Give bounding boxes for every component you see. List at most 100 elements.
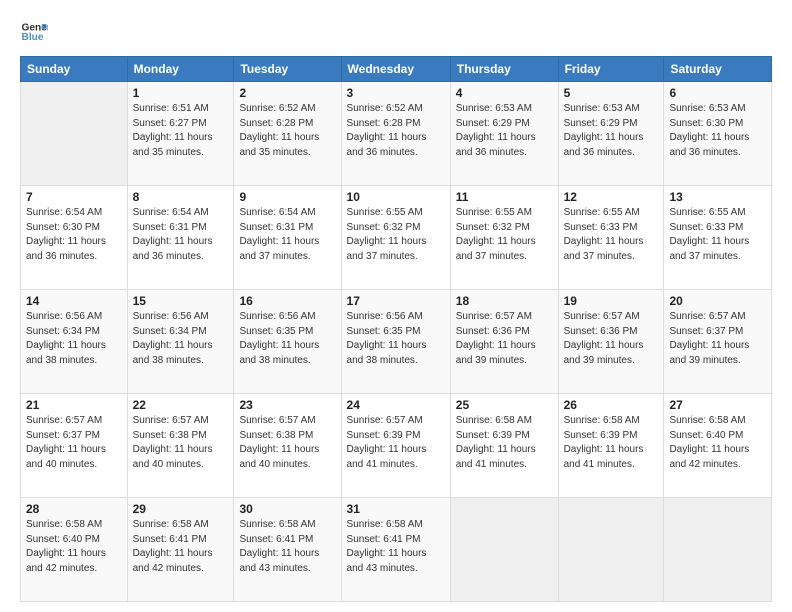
calendar-cell: 15 Sunrise: 6:56 AM Sunset: 6:34 PM Dayli… xyxy=(127,290,234,394)
page: General Blue SundayMondayTuesdayWednesda… xyxy=(0,0,792,612)
day-number: 3 xyxy=(347,86,445,100)
calendar-cell xyxy=(450,498,558,602)
day-detail: Sunrise: 6:54 AM Sunset: 6:31 PM Dayligh… xyxy=(239,206,335,264)
calendar-cell: 17Sunrise: 6:56 AM Sunset: 6:35 PM Dayli… xyxy=(341,290,450,394)
day-number: 13 xyxy=(669,190,766,204)
calendar-cell: 13Sunrise: 6:55 AM Sunset: 6:33 PM Dayli… xyxy=(664,186,772,290)
calendar-cell: 14 Sunrise: 6:56 AM Sunset: 6:34 PM Dayli… xyxy=(21,290,128,394)
day-number: 29 xyxy=(133,502,229,516)
day-number: 4 xyxy=(456,86,553,100)
day-number: 23 xyxy=(239,398,335,412)
day-detail: Sunrise: 6:57 AM Sunset: 6:38 PM Dayligh… xyxy=(239,414,335,472)
calendar-cell: 10 Sunrise: 6:55 AM Sunset: 6:32 PM Dayli… xyxy=(341,186,450,290)
day-number: 2 xyxy=(239,86,335,100)
day-detail: Sunrise: 6:53 AM Sunset: 6:29 PM Dayligh… xyxy=(456,102,553,160)
calendar-cell: 4 Sunrise: 6:53 AM Sunset: 6:29 PM Daylig… xyxy=(450,82,558,186)
day-detail: Sunrise: 6:51 AM Sunset: 6:27 PM Dayligh… xyxy=(133,102,229,160)
day-detail: Sunrise: 6:58 AM Sunset: 6:40 PM Dayligh… xyxy=(26,518,122,576)
day-number: 9 xyxy=(239,190,335,204)
day-number: 11 xyxy=(456,190,553,204)
calendar-cell: 30 Sunrise: 6:58 AM Sunset: 6:41 PM Dayli… xyxy=(234,498,341,602)
day-detail: Sunrise: 6:58 AM Sunset: 6:40 PM Dayligh… xyxy=(669,414,766,472)
calendar-cell xyxy=(558,498,664,602)
day-detail: Sunrise: 6:53 AM Sunset: 6:30 PM Dayligh… xyxy=(669,102,766,160)
day-detail: Sunrise: 6:56 AM Sunset: 6:34 PM Dayligh… xyxy=(133,310,229,368)
day-detail: Sunrise: 6:58 AM Sunset: 6:41 PM Dayligh… xyxy=(133,518,229,576)
table-row: 1 Sunrise: 6:51 AM Sunset: 6:27 PM Daylig… xyxy=(21,82,772,186)
table-row: 21Sunrise: 6:57 AM Sunset: 6:37 PM Dayli… xyxy=(21,394,772,498)
calendar-cell: 7 Sunrise: 6:54 AM Sunset: 6:30 PM Daylig… xyxy=(21,186,128,290)
calendar-cell: 19Sunrise: 6:57 AM Sunset: 6:36 PM Dayli… xyxy=(558,290,664,394)
calendar-cell: 18 Sunrise: 6:57 AM Sunset: 6:36 PM Dayli… xyxy=(450,290,558,394)
day-detail: Sunrise: 6:56 AM Sunset: 6:35 PM Dayligh… xyxy=(239,310,335,368)
calendar-table: SundayMondayTuesdayWednesdayThursdayFrid… xyxy=(20,56,772,602)
day-detail: Sunrise: 6:58 AM Sunset: 6:41 PM Dayligh… xyxy=(239,518,335,576)
day-number: 16 xyxy=(239,294,335,308)
calendar-cell: 9 Sunrise: 6:54 AM Sunset: 6:31 PM Daylig… xyxy=(234,186,341,290)
day-number: 17 xyxy=(347,294,445,308)
calendar-cell xyxy=(664,498,772,602)
calendar-cell: 27 Sunrise: 6:58 AM Sunset: 6:40 PM Dayli… xyxy=(664,394,772,498)
day-detail: Sunrise: 6:57 AM Sunset: 6:37 PM Dayligh… xyxy=(669,310,766,368)
calendar-cell: 12Sunrise: 6:55 AM Sunset: 6:33 PM Dayli… xyxy=(558,186,664,290)
day-number: 7 xyxy=(26,190,122,204)
day-number: 27 xyxy=(669,398,766,412)
day-detail: Sunrise: 6:54 AM Sunset: 6:31 PM Dayligh… xyxy=(133,206,229,264)
day-number: 6 xyxy=(669,86,766,100)
day-detail: Sunrise: 6:52 AM Sunset: 6:28 PM Dayligh… xyxy=(347,102,445,160)
day-number: 12 xyxy=(564,190,659,204)
day-detail: Sunrise: 6:57 AM Sunset: 6:36 PM Dayligh… xyxy=(564,310,659,368)
day-number: 8 xyxy=(133,190,229,204)
calendar-cell: 22 Sunrise: 6:57 AM Sunset: 6:38 PM Dayli… xyxy=(127,394,234,498)
day-detail: Sunrise: 6:55 AM Sunset: 6:32 PM Dayligh… xyxy=(347,206,445,264)
calendar-cell: 6 Sunrise: 6:53 AM Sunset: 6:30 PM Daylig… xyxy=(664,82,772,186)
col-header-friday: Friday xyxy=(558,57,664,82)
day-detail: Sunrise: 6:57 AM Sunset: 6:36 PM Dayligh… xyxy=(456,310,553,368)
day-detail: Sunrise: 6:58 AM Sunset: 6:39 PM Dayligh… xyxy=(456,414,553,472)
day-number: 24 xyxy=(347,398,445,412)
table-row: 28 Sunrise: 6:58 AM Sunset: 6:40 PM Dayli… xyxy=(21,498,772,602)
day-number: 20 xyxy=(669,294,766,308)
day-detail: Sunrise: 6:57 AM Sunset: 6:37 PM Dayligh… xyxy=(26,414,122,472)
calendar-cell: 28 Sunrise: 6:58 AM Sunset: 6:40 PM Dayli… xyxy=(21,498,128,602)
calendar-cell: 2 Sunrise: 6:52 AM Sunset: 6:28 PM Daylig… xyxy=(234,82,341,186)
logo: General Blue xyxy=(20,18,52,46)
calendar-cell: 25Sunrise: 6:58 AM Sunset: 6:39 PM Dayli… xyxy=(450,394,558,498)
day-number: 30 xyxy=(239,502,335,516)
day-number: 14 xyxy=(26,294,122,308)
col-header-tuesday: Tuesday xyxy=(234,57,341,82)
day-number: 28 xyxy=(26,502,122,516)
day-detail: Sunrise: 6:57 AM Sunset: 6:39 PM Dayligh… xyxy=(347,414,445,472)
col-header-wednesday: Wednesday xyxy=(341,57,450,82)
day-number: 22 xyxy=(133,398,229,412)
day-number: 18 xyxy=(456,294,553,308)
calendar-cell: 26 Sunrise: 6:58 AM Sunset: 6:39 PM Dayli… xyxy=(558,394,664,498)
day-detail: Sunrise: 6:53 AM Sunset: 6:29 PM Dayligh… xyxy=(564,102,659,160)
day-detail: Sunrise: 6:52 AM Sunset: 6:28 PM Dayligh… xyxy=(239,102,335,160)
calendar-cell: 3 Sunrise: 6:52 AM Sunset: 6:28 PM Daylig… xyxy=(341,82,450,186)
calendar-cell: 8 Sunrise: 6:54 AM Sunset: 6:31 PM Daylig… xyxy=(127,186,234,290)
day-number: 1 xyxy=(133,86,229,100)
header: General Blue xyxy=(20,18,772,46)
day-number: 15 xyxy=(133,294,229,308)
day-detail: Sunrise: 6:58 AM Sunset: 6:39 PM Dayligh… xyxy=(564,414,659,472)
calendar-cell: 11 Sunrise: 6:55 AM Sunset: 6:32 PM Dayli… xyxy=(450,186,558,290)
day-number: 31 xyxy=(347,502,445,516)
day-number: 10 xyxy=(347,190,445,204)
day-number: 5 xyxy=(564,86,659,100)
col-header-sunday: Sunday xyxy=(21,57,128,82)
day-detail: Sunrise: 6:57 AM Sunset: 6:38 PM Dayligh… xyxy=(133,414,229,472)
day-detail: Sunrise: 6:58 AM Sunset: 6:41 PM Dayligh… xyxy=(347,518,445,576)
day-number: 26 xyxy=(564,398,659,412)
calendar-cell xyxy=(21,82,128,186)
day-detail: Sunrise: 6:55 AM Sunset: 6:32 PM Dayligh… xyxy=(456,206,553,264)
day-detail: Sunrise: 6:54 AM Sunset: 6:30 PM Dayligh… xyxy=(26,206,122,264)
day-detail: Sunrise: 6:56 AM Sunset: 6:34 PM Dayligh… xyxy=(26,310,122,368)
calendar-cell: 24 Sunrise: 6:57 AM Sunset: 6:39 PM Dayli… xyxy=(341,394,450,498)
svg-text:Blue: Blue xyxy=(22,32,44,43)
table-header-row: SundayMondayTuesdayWednesdayThursdayFrid… xyxy=(21,57,772,82)
calendar-cell: 29 Sunrise: 6:58 AM Sunset: 6:41 PM Dayli… xyxy=(127,498,234,602)
calendar-cell: 20 Sunrise: 6:57 AM Sunset: 6:37 PM Dayli… xyxy=(664,290,772,394)
calendar-cell: 16 Sunrise: 6:56 AM Sunset: 6:35 PM Dayli… xyxy=(234,290,341,394)
col-header-monday: Monday xyxy=(127,57,234,82)
